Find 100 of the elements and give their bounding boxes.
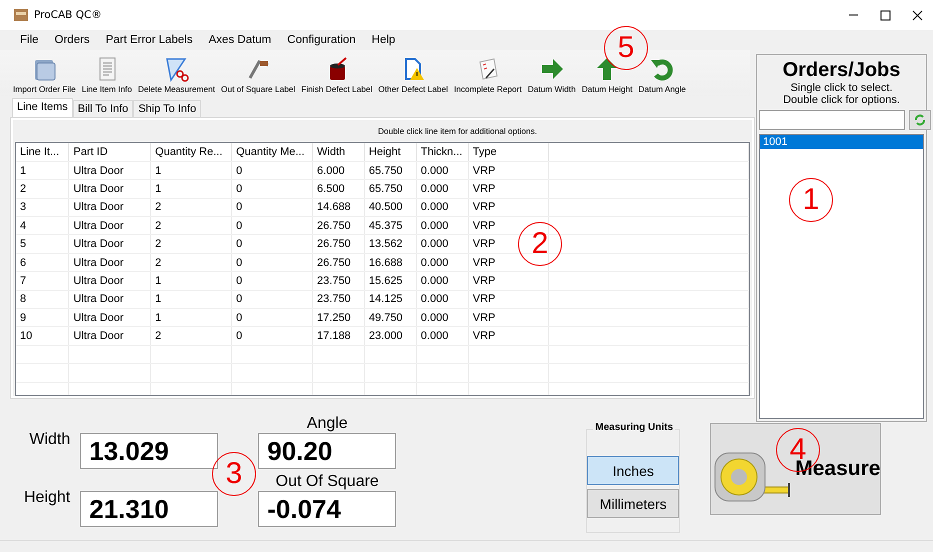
table-cell: 0.000 (416, 326, 468, 346)
table-cell: 6.500 (312, 180, 364, 198)
reading-label: Out Of Square (274, 473, 380, 491)
table-cell: 23.000 (364, 326, 416, 346)
toolbar-button[interactable]: Out of Square Label (218, 56, 298, 94)
table-cell: 8 (16, 290, 69, 309)
table-cell: 0 (232, 180, 313, 198)
menu-item[interactable]: Part Error Labels (98, 34, 201, 46)
toolbar-button[interactable]: Other Defect Label (375, 56, 451, 94)
table-cell: 0.000 (416, 234, 468, 254)
table-cell: VRP (468, 161, 549, 180)
unit-toggle-button[interactable]: Millimeters (587, 489, 680, 518)
instruction-text: Double click for options. (783, 94, 900, 106)
column-header[interactable]: Width (312, 143, 364, 162)
table-cell: 2 (150, 216, 232, 235)
column-header[interactable]: Part ID (68, 143, 151, 162)
table-cell: VRP (468, 326, 549, 346)
app-logo-icon (14, 9, 28, 21)
table-cell: 0 (232, 253, 313, 272)
column-header[interactable]: Line It... (16, 143, 69, 162)
table-cell: 0 (232, 198, 313, 217)
list-item[interactable]: 1001 (760, 135, 923, 149)
table-cell: 17.188 (312, 326, 364, 346)
table-cell: 1 (16, 161, 69, 180)
table-cell: 2 (16, 180, 69, 198)
table-cell: 26.750 (312, 234, 364, 254)
column-header[interactable]: Quantity Me... (232, 143, 313, 162)
tab[interactable]: Bill To Info (72, 100, 134, 117)
table-cell: 0.000 (416, 180, 468, 198)
search-field[interactable] (759, 110, 905, 130)
toolbar-button[interactable]: Delete Measurement (134, 56, 218, 94)
column-header[interactable]: Thickn... (416, 143, 468, 162)
out-of-square-field: -0.074 (258, 491, 396, 527)
table-cell: 0 (232, 272, 313, 290)
menu-item[interactable]: Help (364, 34, 404, 46)
maximize-icon[interactable] (880, 10, 890, 20)
column-header[interactable]: Type (468, 143, 549, 162)
callout-number: 3 (212, 452, 256, 496)
toolbar-button[interactable]: Datum Width (524, 56, 579, 94)
table-cell: 40.500 (364, 198, 416, 217)
table-cell: 0.000 (416, 161, 468, 180)
table-cell: VRP (468, 308, 549, 327)
toolbar-button[interactable]: Finish Defect Label (298, 56, 376, 94)
callout-number: 5 (604, 26, 648, 70)
toolbar-button[interactable]: Incomplete Report (450, 56, 525, 94)
column-header[interactable]: Quantity Re... (150, 143, 232, 162)
instruction-text: Single click to select. (790, 82, 893, 94)
table-cell: 0.000 (416, 290, 468, 309)
callout-number: 1 (789, 178, 833, 222)
width-field: 13.029 (80, 433, 218, 469)
menu-item[interactable]: Orders (46, 34, 98, 46)
toolbar-button[interactable]: Import Order File (10, 56, 79, 94)
table-cell: 2 (150, 253, 232, 272)
panel-title: Orders/Jobs (782, 59, 900, 82)
table-cell: 0.000 (416, 308, 468, 327)
table-cell: 2 (150, 198, 232, 217)
table-cell: 14.688 (312, 198, 364, 217)
table-cell: 10 (16, 326, 69, 346)
table-cell: 16.688 (364, 253, 416, 272)
table-cell: Ultra Door (68, 290, 151, 309)
reading-label: Height (24, 489, 72, 507)
triangle-scissors-icon (163, 56, 190, 82)
table-cell: 9 (16, 308, 69, 327)
table-cell: 0 (232, 326, 313, 346)
table-cell: 4 (16, 216, 69, 235)
group-title: Measuring Units (593, 422, 676, 433)
menu-item[interactable]: Configuration (279, 34, 364, 46)
table-cell: VRP (468, 290, 549, 309)
table-cell: 26.750 (312, 253, 364, 272)
table-cell: 1 (150, 161, 232, 180)
menu-item[interactable]: Axes Datum (200, 34, 280, 46)
table-cell: VRP (468, 180, 549, 198)
table-cell: 14.125 (364, 290, 416, 309)
table-cell: 0.000 (416, 216, 468, 235)
table-cell: 23.750 (312, 272, 364, 290)
table-cell: 2 (150, 234, 232, 254)
table-cell: 7 (16, 272, 69, 290)
table-cell: VRP (468, 272, 549, 290)
column-header[interactable]: Height (364, 143, 416, 162)
table-cell: 1 (150, 272, 232, 290)
unit-toggle-button[interactable]: Inches (587, 456, 680, 485)
hint-text: Double click line item for additional options. (376, 125, 538, 138)
angle-field: 90.20 (258, 433, 396, 469)
window-title: ProCAB QC® (34, 9, 103, 21)
table-cell: 17.250 (312, 308, 364, 327)
table-cell: 1 (150, 180, 232, 198)
tab[interactable]: Ship To Info (133, 100, 202, 117)
table-cell: 0 (232, 216, 313, 235)
height-field: 21.310 (80, 491, 218, 527)
table-cell: 6 (16, 253, 69, 272)
table-cell: 15.625 (364, 272, 416, 290)
table-cell: 65.750 (364, 161, 416, 180)
table-cell: VRP (468, 253, 549, 272)
table-cell: VRP (468, 198, 549, 217)
close-icon[interactable] (912, 10, 922, 20)
toolbar-button[interactable]: Line Item Info (78, 56, 135, 94)
menu-item[interactable]: File (12, 34, 47, 46)
table-cell: 0 (232, 308, 313, 327)
tab[interactable]: Line Items (12, 98, 73, 117)
table-cell: 0 (232, 234, 313, 254)
